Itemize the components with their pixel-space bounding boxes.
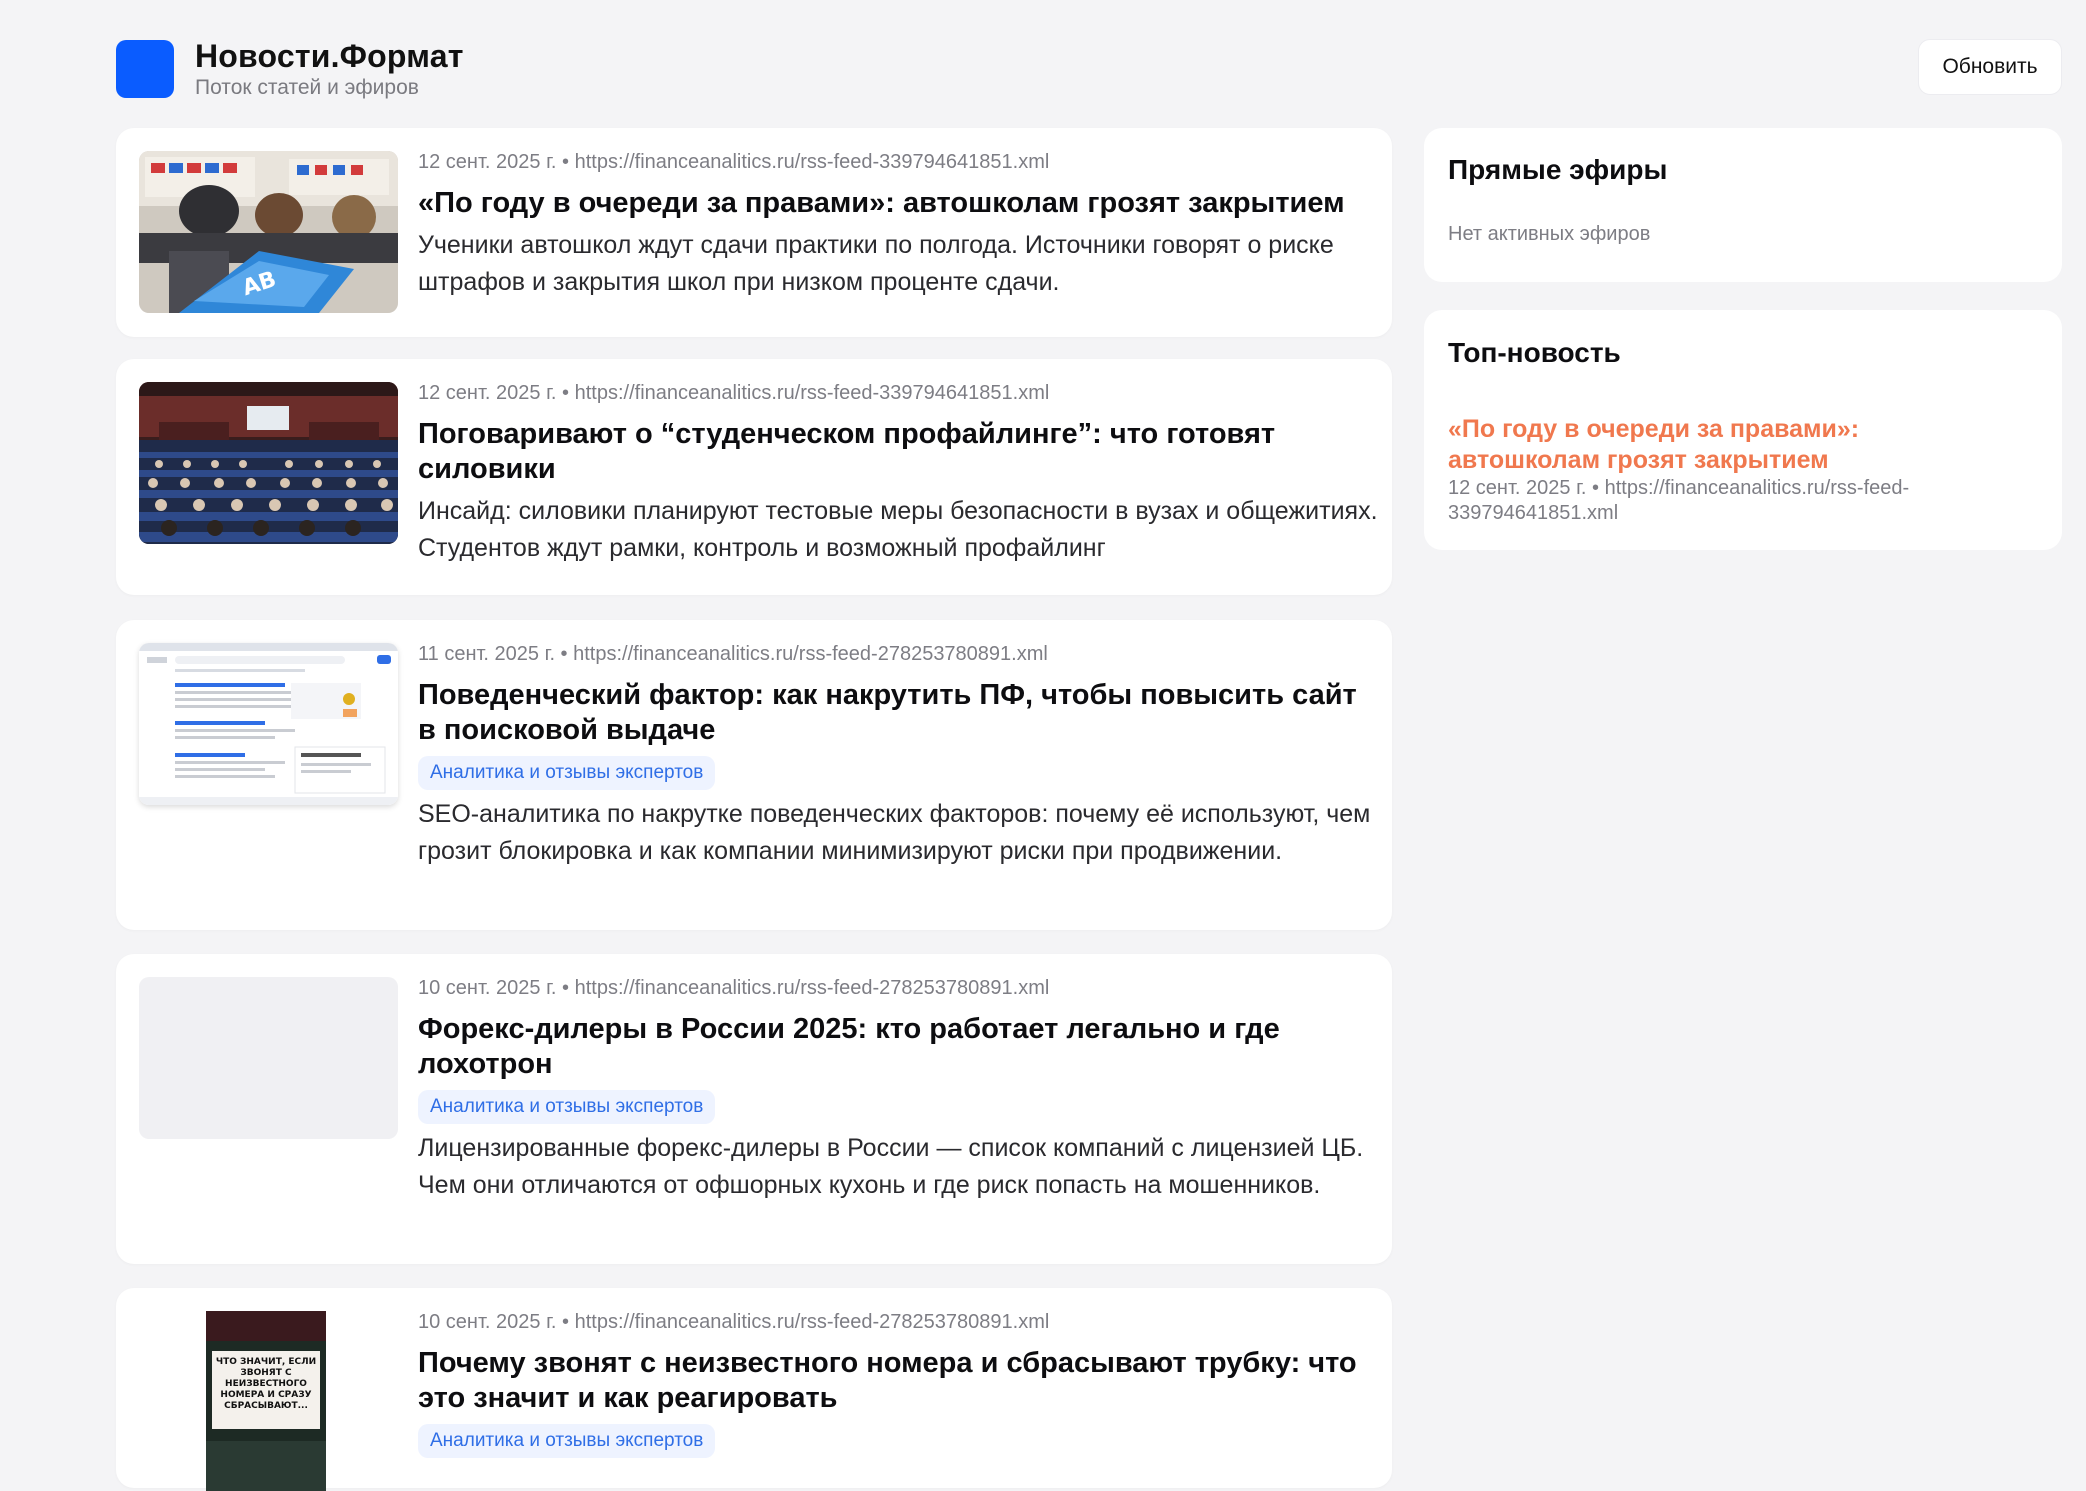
- refresh-button[interactable]: Обновить: [1918, 39, 2062, 95]
- top-news-link[interactable]: «По году в очереди за правами»: автошкол…: [1448, 414, 2008, 476]
- news-thumbnail: AB: [139, 151, 398, 313]
- news-title[interactable]: «По году в очереди за правами»: автошкол…: [418, 186, 1378, 221]
- app-logo: [116, 40, 174, 98]
- category-tag[interactable]: Аналитика и отзывы экспертов: [418, 1090, 716, 1124]
- news-card[interactable]: 12 сент. 2025 г. • https://financeanalit…: [116, 359, 1392, 595]
- news-title[interactable]: Почему звонят с неизвестного номера и сб…: [418, 1346, 1378, 1416]
- category-tag[interactable]: Аналитика и отзывы экспертов: [418, 756, 716, 790]
- category-tag[interactable]: Аналитика и отзывы экспертов: [418, 1424, 716, 1458]
- live-streams-panel: Прямые эфиры Нет активных эфиров: [1424, 128, 2062, 282]
- news-description: SEO-аналитика по накрутке поведенческих …: [418, 800, 1371, 865]
- app-title: Новости.Формат: [195, 38, 464, 74]
- no-live-streams-text: Нет активных эфиров: [1448, 223, 1651, 245]
- news-meta: 12 сент. 2025 г. • https://financeanalit…: [418, 151, 1050, 173]
- news-thumbnail-placeholder: [139, 977, 398, 1139]
- news-meta: 12 сент. 2025 г. • https://financeanalit…: [418, 382, 1050, 404]
- news-meta: 10 сент. 2025 г. • https://financeanalit…: [418, 977, 1050, 999]
- news-card[interactable]: 11 сент. 2025 г. • https://financeanalit…: [116, 620, 1392, 930]
- news-title[interactable]: Поговаривают о “студенческом профайлинге…: [418, 417, 1378, 487]
- news-description: Лицензированные форекс-дилеры в России —…: [418, 1134, 1364, 1199]
- news-thumbnail: [139, 382, 398, 544]
- news-card[interactable]: ЧТО ЗНАЧИТ, ЕСЛИ ЗВОНЯТ С НЕИЗВЕСТНОГО Н…: [116, 1288, 1392, 1491]
- news-description: Инсайд: силовики планируют тестовые меры…: [418, 497, 1378, 562]
- news-card[interactable]: 10 сент. 2025 г. • https://financeanalit…: [116, 954, 1392, 1264]
- news-meta: 11 сент. 2025 г. • https://financeanalit…: [418, 643, 1048, 665]
- news-thumbnail: ЧТО ЗНАЧИТ, ЕСЛИ ЗВОНЯТ С НЕИЗВЕСТНОГО Н…: [206, 1311, 326, 1491]
- top-news-heading: Топ-новость: [1448, 337, 1621, 368]
- top-news-meta: 12 сент. 2025 г. • https://financeanalit…: [1448, 477, 1910, 524]
- news-card[interactable]: AB 12 сент. 2025 г. • https://financeana…: [116, 128, 1392, 337]
- header: Новости.Формат Поток статей и эфиров Обн…: [116, 38, 2062, 102]
- poster-text: ЧТО ЗНАЧИТ, ЕСЛИ ЗВОНЯТ С НЕИЗВЕСТНОГО Н…: [215, 1357, 317, 1411]
- live-streams-heading: Прямые эфиры: [1448, 154, 1668, 185]
- news-thumbnail: [139, 643, 398, 805]
- app-subtitle: Поток статей и эфиров: [195, 76, 419, 99]
- news-title[interactable]: Форекс-дилеры в России 2025: кто работае…: [418, 1012, 1378, 1082]
- news-meta: 10 сент. 2025 г. • https://financeanalit…: [418, 1311, 1050, 1333]
- top-news-panel: Топ-новость «По году в очереди за правам…: [1424, 310, 2062, 550]
- news-description: Ученики автошкол ждут сдачи практики по …: [418, 231, 1334, 296]
- news-title[interactable]: Поведенческий фактор: как накрутить ПФ, …: [418, 678, 1378, 748]
